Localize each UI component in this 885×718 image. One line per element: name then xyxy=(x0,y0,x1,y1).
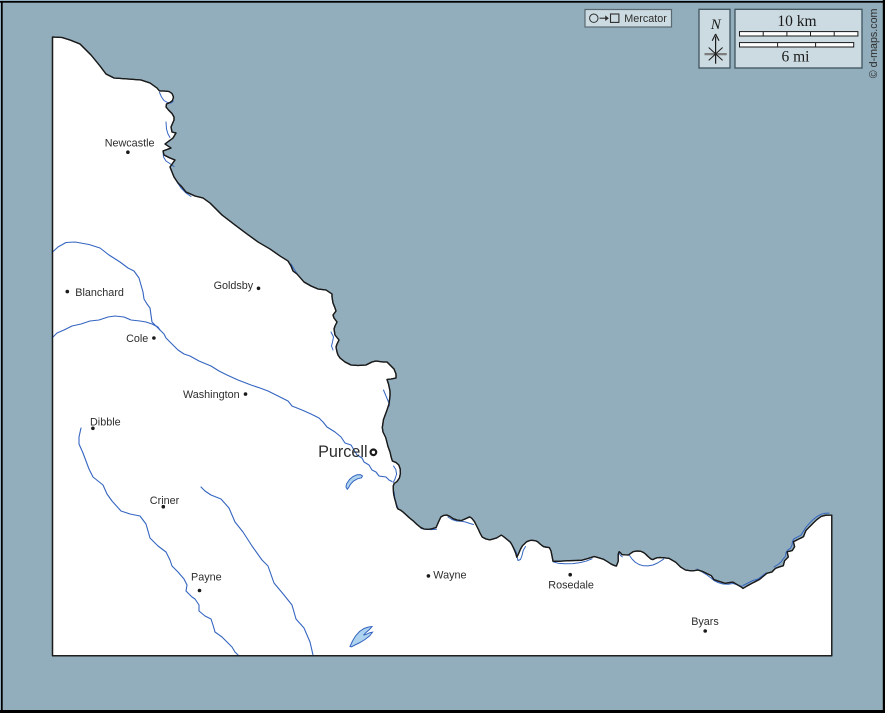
svg-text:Criner: Criner xyxy=(150,495,180,507)
svg-text:Wayne: Wayne xyxy=(433,570,466,582)
svg-text:Mercator: Mercator xyxy=(624,13,667,25)
svg-text:Byars: Byars xyxy=(691,616,719,628)
svg-text:Washington: Washington xyxy=(183,389,240,401)
svg-text:Dibble: Dibble xyxy=(90,417,121,429)
svg-text:Purcell: Purcell xyxy=(318,443,367,461)
svg-text:Newcastle: Newcastle xyxy=(105,137,155,149)
svg-text:10 km: 10 km xyxy=(777,13,816,30)
svg-text:Rosedale: Rosedale xyxy=(548,579,594,591)
svg-text:© d-maps.com: © d-maps.com xyxy=(868,8,880,78)
svg-text:Cole: Cole xyxy=(126,333,148,345)
svg-text:6 mi: 6 mi xyxy=(782,49,811,66)
svg-text:Goldsby: Goldsby xyxy=(214,280,254,292)
svg-text:Blanchard: Blanchard xyxy=(75,287,124,299)
svg-text:N: N xyxy=(710,17,722,33)
svg-text:Payne: Payne xyxy=(191,572,222,584)
